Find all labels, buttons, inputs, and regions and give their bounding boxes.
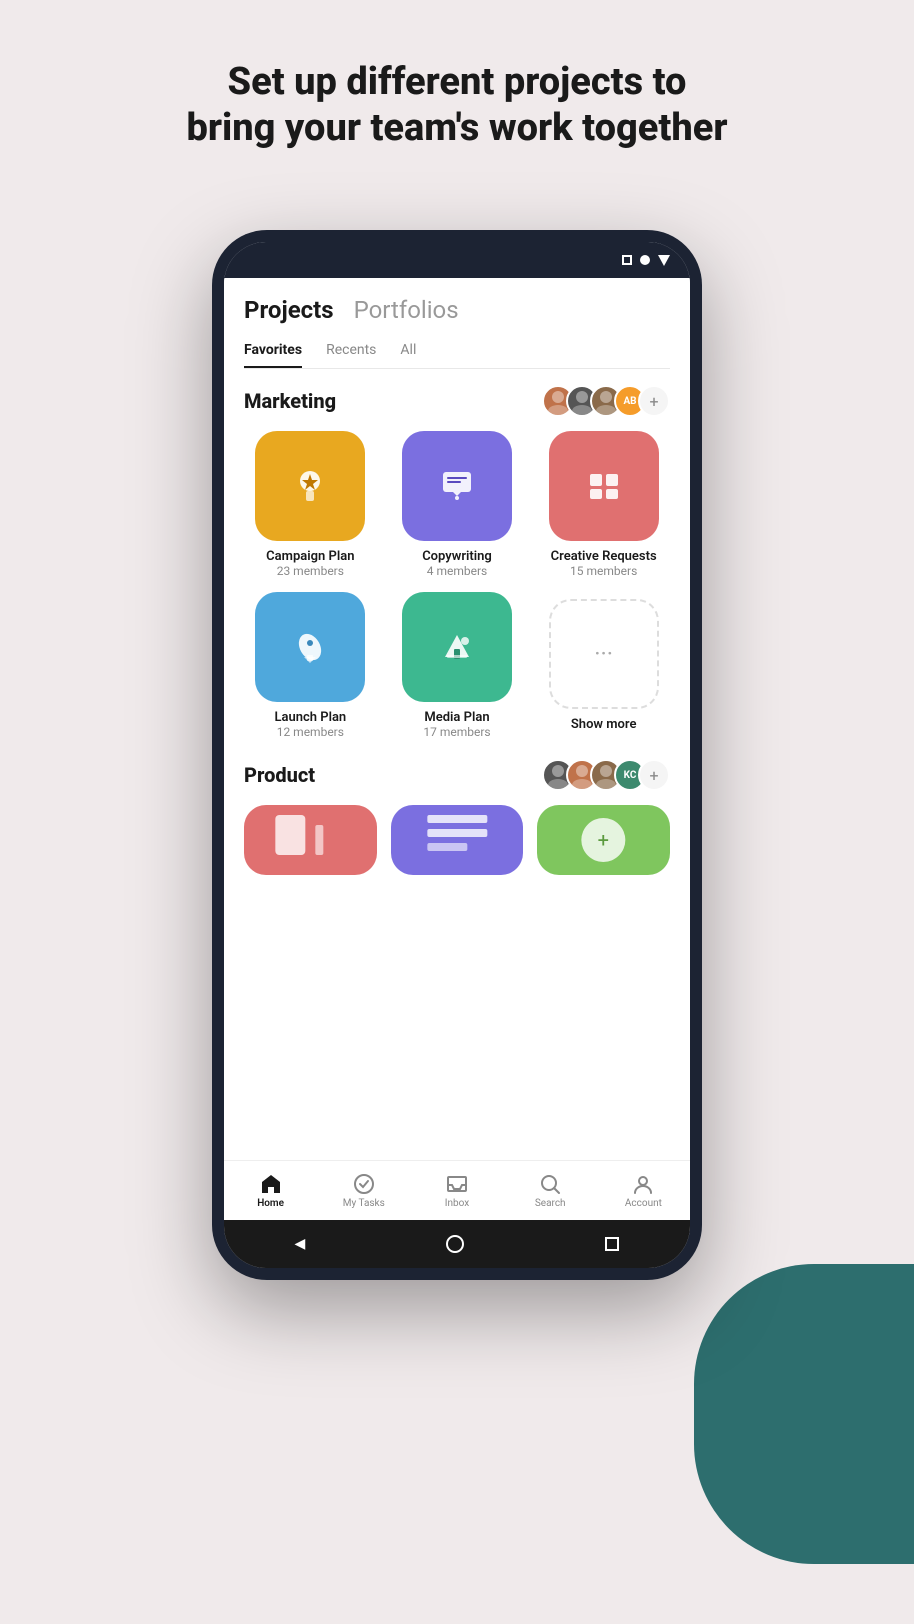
inbox-icon	[446, 1173, 468, 1195]
bottom-nav: Home My Tasks Inbox	[224, 1160, 690, 1220]
project-name-copywriting: Copywriting	[422, 549, 492, 564]
show-more-label: Show more	[571, 717, 637, 732]
section-header-product: Product KC	[244, 759, 670, 791]
product-card-1[interactable]	[244, 805, 377, 875]
show-more-box: ···	[549, 599, 659, 709]
tab-portfolios[interactable]: Portfolios	[354, 296, 459, 328]
nav-search[interactable]: Search	[504, 1161, 597, 1220]
status-icon-dot	[640, 255, 650, 265]
nav-search-label: Search	[535, 1198, 566, 1209]
teal-decoration	[694, 1264, 914, 1564]
avatar-group-marketing: AB +	[542, 385, 670, 417]
project-card-media-plan[interactable]: Media Plan 17 members	[391, 592, 524, 739]
section-marketing: Marketing	[244, 385, 670, 739]
project-card-creative-requests[interactable]: Creative Requests 15 members	[537, 431, 670, 578]
nav-home-label: Home	[257, 1198, 284, 1209]
sub-tabs: Favorites Recents All	[244, 342, 670, 369]
status-icon-square	[622, 255, 632, 265]
project-icon-creative-requests	[549, 431, 659, 541]
avatar-add-marketing[interactable]: +	[638, 385, 670, 417]
project-name-creative-requests: Creative Requests	[551, 549, 657, 564]
app-header: Projects Portfolios Favorites Recents Al…	[224, 278, 690, 369]
project-card-campaign-plan[interactable]: Campaign Plan 23 members	[244, 431, 377, 578]
main-tabs: Projects Portfolios	[244, 296, 670, 328]
nav-inbox-label: Inbox	[445, 1198, 469, 1209]
app-content: Projects Portfolios Favorites Recents Al…	[224, 278, 690, 1268]
project-name-launch-plan: Launch Plan	[274, 710, 346, 725]
avatar-group-product: KC +	[542, 759, 670, 791]
product-card-3[interactable]: +	[537, 805, 670, 875]
nav-inbox[interactable]: Inbox	[410, 1161, 503, 1220]
product-card-2[interactable]	[391, 805, 524, 875]
project-icon-media-plan	[402, 592, 512, 702]
avatar-add-product[interactable]: +	[638, 759, 670, 791]
project-card-copywriting[interactable]: Copywriting 4 members	[391, 431, 524, 578]
scroll-area[interactable]: Marketing	[224, 369, 690, 1160]
home-icon	[260, 1173, 282, 1195]
project-name-campaign-plan: Campaign Plan	[266, 549, 354, 564]
phone-device: Projects Portfolios Favorites Recents Al…	[212, 230, 702, 1280]
project-members-launch-plan: 12 members	[277, 725, 344, 739]
android-home[interactable]	[446, 1235, 464, 1253]
nav-my-tasks[interactable]: My Tasks	[317, 1161, 410, 1220]
android-nav: ◀	[224, 1220, 690, 1268]
nav-my-tasks-label: My Tasks	[343, 1198, 385, 1209]
subtab-recents[interactable]: Recents	[326, 342, 376, 368]
project-members-creative-requests: 15 members	[570, 564, 637, 578]
project-members-copywriting: 4 members	[427, 564, 488, 578]
phone-screen: Projects Portfolios Favorites Recents Al…	[224, 242, 690, 1268]
svg-text:+: +	[598, 828, 609, 852]
status-icon-triangle	[658, 255, 670, 266]
project-icon-launch-plan	[255, 592, 365, 702]
account-icon	[632, 1173, 654, 1195]
section-title-marketing: Marketing	[244, 389, 336, 413]
subtab-favorites[interactable]: Favorites	[244, 342, 302, 368]
product-cards: +	[244, 805, 670, 875]
phone-body: Projects Portfolios Favorites Recents Al…	[212, 230, 702, 1280]
status-bar	[224, 242, 690, 278]
nav-account[interactable]: Account	[597, 1161, 690, 1220]
project-name-media-plan: Media Plan	[424, 710, 489, 725]
headline: Set up different projects tobring your t…	[106, 60, 807, 151]
android-back[interactable]: ◀	[295, 1236, 306, 1252]
project-icon-copywriting	[402, 431, 512, 541]
tasks-icon	[353, 1173, 375, 1195]
project-grid-marketing: Campaign Plan 23 members	[244, 431, 670, 739]
project-icon-campaign-plan	[255, 431, 365, 541]
section-header-marketing: Marketing	[244, 385, 670, 417]
section-product: Product KC	[244, 759, 670, 875]
project-card-launch-plan[interactable]: Launch Plan 12 members	[244, 592, 377, 739]
search-icon	[539, 1173, 561, 1195]
nav-account-label: Account	[625, 1198, 662, 1209]
subtab-all[interactable]: All	[400, 342, 416, 368]
section-title-product: Product	[244, 763, 315, 787]
project-members-campaign-plan: 23 members	[277, 564, 344, 578]
android-recents[interactable]	[605, 1237, 619, 1251]
project-card-show-more[interactable]: ··· Show more	[537, 592, 670, 739]
project-members-media-plan: 17 members	[423, 725, 490, 739]
tab-projects[interactable]: Projects	[244, 296, 334, 328]
nav-home[interactable]: Home	[224, 1161, 317, 1220]
